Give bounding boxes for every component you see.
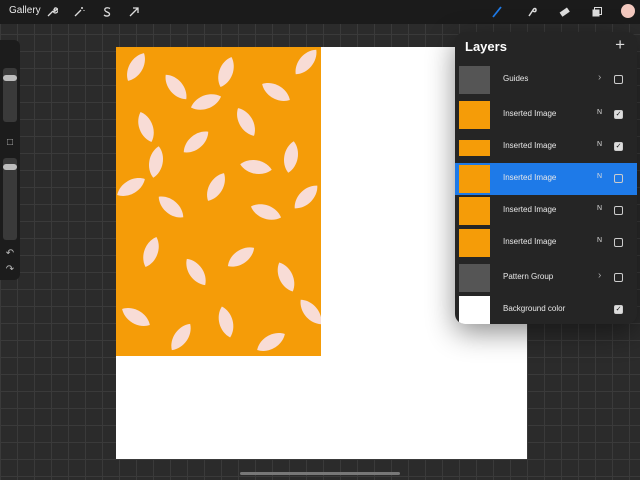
visibility-checkbox[interactable] [614,206,623,215]
layer-thumbnail [459,264,490,292]
layer-thumbnail [459,296,490,324]
leaf-shape [165,74,187,100]
layer-row-inserted-image-4[interactable]: Inserted Image N [455,195,637,227]
undo-icon[interactable]: ↶ [4,248,16,260]
layer-row-background-color[interactable]: Background color ✓ [455,294,637,324]
smudge-icon[interactable] [524,4,540,20]
leaf-shape [257,333,285,351]
blend-mode-label[interactable]: N [597,141,602,148]
leaf-shape [183,131,209,153]
leaf-shape [218,306,234,338]
leaf-shape [294,185,318,209]
brush-size-handle[interactable] [3,75,17,81]
redo-icon[interactable]: ↷ [4,264,16,276]
layer-name: Inserted Image [503,205,557,214]
leaf-shape [300,299,321,325]
visibility-checkbox[interactable]: ✓ [614,142,623,151]
visibility-checkbox[interactable] [614,238,623,247]
blend-mode-label[interactable]: N [597,237,602,244]
layer-thumbnail [459,165,490,193]
layer-thumbnail [459,229,490,257]
visibility-checkbox[interactable]: ✓ [614,305,623,314]
layer-name: Inserted Image [503,173,557,182]
leaf-shape [127,53,145,81]
magic-wand-icon[interactable] [71,4,87,20]
opacity-slider[interactable] [3,158,17,240]
leaf-pattern-image [116,47,321,356]
top-toolbar: Gallery [0,0,640,24]
leaf-shape [143,236,159,268]
leaf-shape [262,83,290,101]
add-layer-button[interactable]: + [615,35,625,55]
blend-mode-label[interactable]: N [597,173,602,180]
layer-row-pattern-group[interactable]: Pattern Group › [455,262,637,294]
leaf-shape [237,108,255,136]
leaf-shape [171,323,191,351]
layer-thumbnail [459,197,490,225]
layer-name: Pattern Group [503,272,554,281]
blend-mode-label[interactable]: N [597,205,602,212]
layer-name: Inserted Image [503,109,557,118]
leaf-shape [295,49,317,75]
selection-s-icon[interactable] [99,4,115,20]
layer-thumbnail [459,101,490,129]
layer-name: Background color [503,304,566,313]
layer-row-guides[interactable]: Guides › [455,64,637,96]
visibility-checkbox[interactable] [614,174,623,183]
layers-panel: Layers + Guides › Inserted Image N ✓ Ins… [455,32,637,324]
layer-row-inserted-image-3-selected[interactable]: Inserted Image N [455,163,637,195]
leaf-shape [138,111,154,143]
left-sidebar: □ ↶ ↷ [0,40,20,280]
home-indicator [240,472,400,475]
visibility-checkbox[interactable] [614,273,623,282]
layer-thumbnail [459,66,490,94]
leaf-shape [207,173,225,201]
layers-panel-title: Layers [465,39,507,54]
leaf-shape [122,308,150,326]
leaf-shape [240,159,272,175]
leaf-shape [277,262,295,292]
color-swatch[interactable] [621,4,635,18]
leaf-pattern-artwork [117,49,321,351]
chevron-right-icon[interactable]: › [598,270,601,281]
layer-row-inserted-image-5[interactable]: Inserted Image N [455,227,637,259]
layer-thumbnail [459,140,490,156]
transform-arrow-icon[interactable] [126,4,142,20]
leaf-shape [283,141,299,173]
chevron-right-icon[interactable]: › [598,72,601,83]
layer-row-inserted-image-2[interactable]: Inserted Image N ✓ [455,131,637,163]
leaf-shape [190,94,222,110]
gallery-button[interactable]: Gallery [9,5,41,16]
leaf-shape [227,247,255,267]
eraser-icon[interactable] [556,4,572,20]
layer-row-inserted-image-1[interactable]: Inserted Image N ✓ [455,99,637,131]
visibility-checkbox[interactable] [614,75,623,84]
layer-name: Inserted Image [503,141,557,150]
modify-button[interactable]: □ [4,137,16,149]
blend-mode-label[interactable]: N [597,109,602,116]
opacity-handle[interactable] [3,164,17,170]
leaf-shape [218,56,234,88]
leaf-shape [158,196,184,218]
layers-icon[interactable] [589,4,605,20]
leaf-shape [186,258,206,286]
layer-name: Guides [503,74,529,83]
brush-icon[interactable] [489,4,505,20]
wrench-icon[interactable] [44,4,60,20]
layer-name: Inserted Image [503,237,557,246]
visibility-checkbox[interactable]: ✓ [614,110,623,119]
leaf-shape [250,204,282,220]
leaf-shape [148,146,164,178]
leaf-shape [117,178,145,196]
